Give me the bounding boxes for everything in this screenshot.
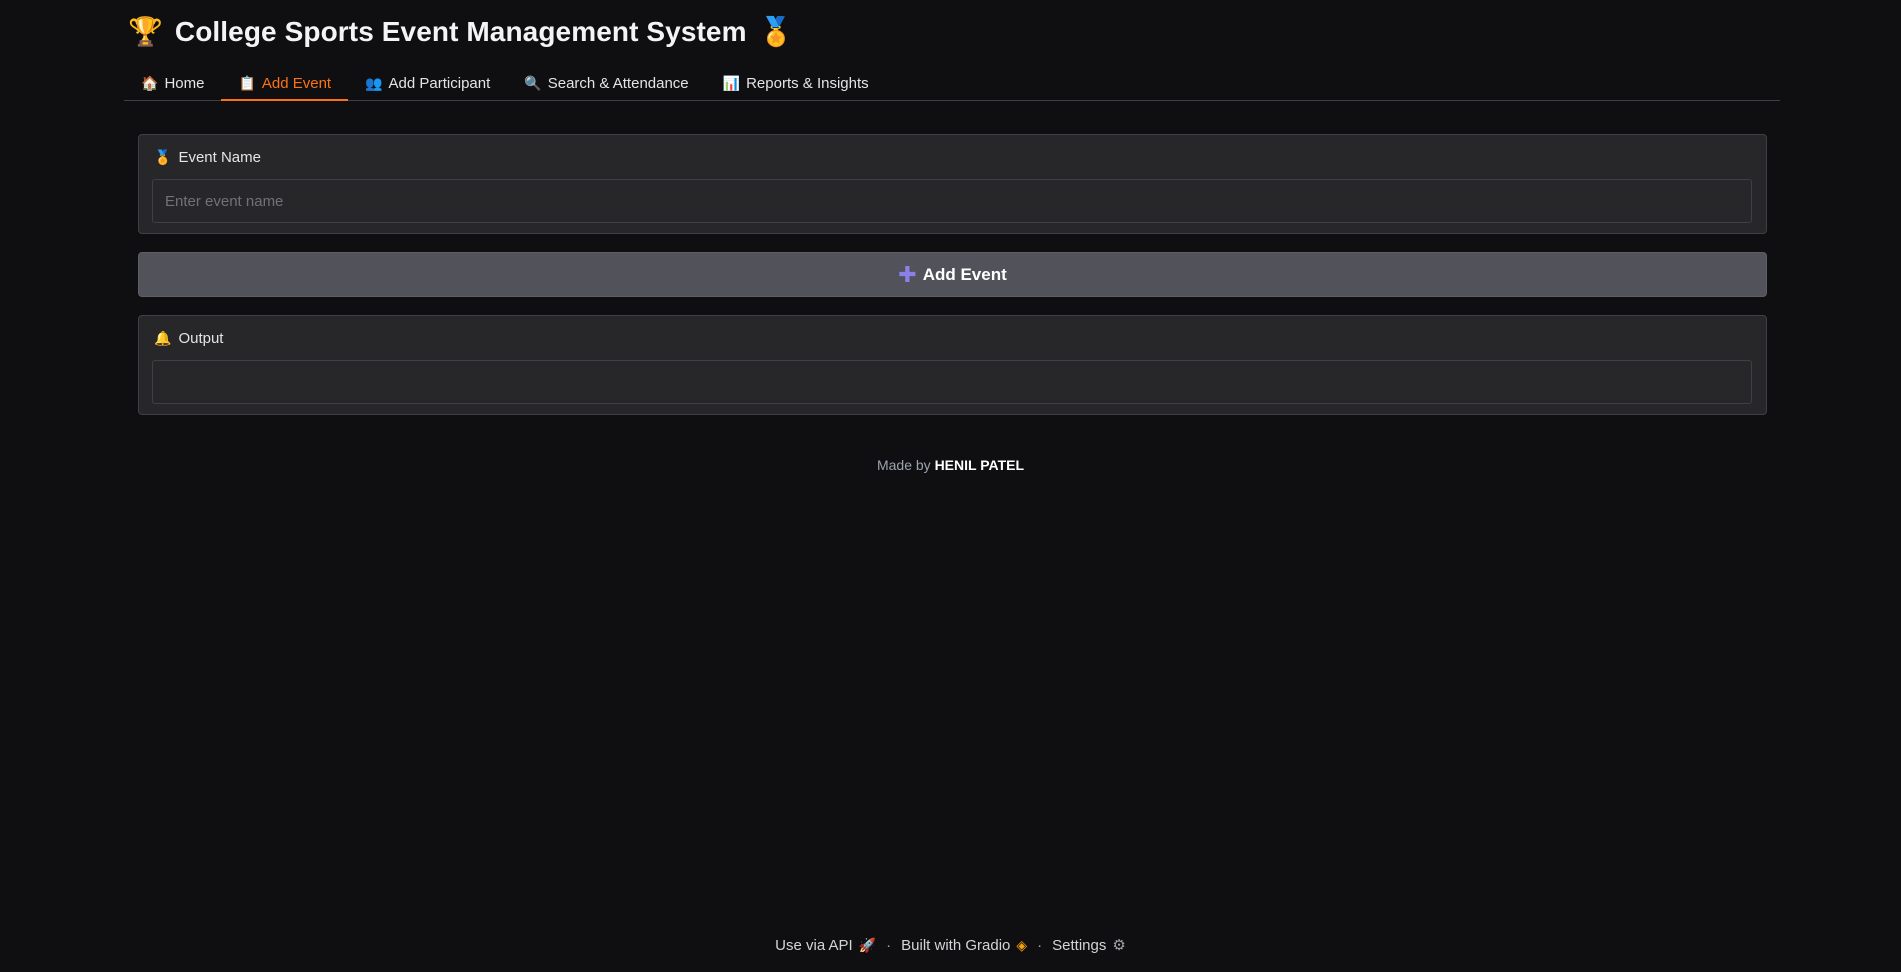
footer-separator: · [886,936,892,954]
tab-label: Add Event [261,74,332,92]
event-name-label: 🏅 Event Name [154,149,261,166]
credit-line: Made by HENIL PATEL [0,457,1901,473]
event-name-label-text: Event Name [178,149,261,166]
credit-prefix: Made by [876,457,935,473]
credit-author: HENIL PATEL [934,457,1025,473]
page-title: College Sports Event Management System [174,16,747,47]
tab-home[interactable]: 🏠 Home [124,66,221,100]
plus-icon: ✚ [898,261,917,287]
medal-icon: 🏅 [758,16,794,47]
output-field[interactable] [152,360,1752,404]
tab-reports-insights[interactable]: 📊 Reports & Insights [706,66,886,100]
people-icon: 👥 [365,74,383,91]
use-via-api-label: Use via API [775,936,853,954]
footer-separator: · [1037,936,1043,954]
tab-add-participant[interactable]: 👥 Add Participant [348,66,507,100]
bell-icon: 🔔 [154,330,172,346]
medal-icon: 🏅 [154,149,172,165]
tab-label: Reports & Insights [746,74,869,92]
output-label: 🔔 Output [154,330,223,347]
tab-bar: 🏠 Home 📋 Add Event 👥 Add Participant 🔍 S… [124,66,1780,101]
gear-icon: ⚙ [1112,937,1126,954]
tab-label: Home [164,74,205,92]
event-name-panel: 🏅 Event Name [138,134,1767,234]
built-with-gradio-link[interactable]: Built with Gradio ◈ [901,937,1027,954]
app-root: 🏆 College Sports Event Management System… [0,0,1901,972]
app-header: 🏆 College Sports Event Management System… [128,12,793,52]
tab-label: Add Participant [388,74,491,92]
bar-chart-icon: 📊 [722,74,741,91]
add-event-button-label: Add Event [922,264,1007,284]
clipboard-icon: 📋 [238,74,256,91]
footer: Use via API 🚀 · Built with Gradio ◈ · Se… [0,936,1901,955]
add-event-button[interactable]: ✚ Add Event [138,252,1767,297]
output-label-text: Output [178,330,224,347]
built-with-gradio-label: Built with Gradio [901,936,1011,954]
settings-label: Settings [1052,936,1107,954]
use-via-api-link[interactable]: Use via API 🚀 [775,937,876,954]
tab-add-event[interactable]: 📋 Add Event [221,66,348,101]
magnifier-icon: 🔍 [524,74,542,91]
settings-link[interactable]: Settings ⚙ [1052,936,1126,955]
gradio-logo-icon: ◈ [1016,936,1028,953]
event-name-input[interactable] [152,179,1752,223]
tab-label: Search & Attendance [547,74,689,92]
trophy-icon: 🏆 [128,16,163,47]
house-icon: 🏠 [141,74,159,91]
tab-search-attendance[interactable]: 🔍 Search & Attendance [507,66,705,100]
rocket-icon: 🚀 [858,936,877,953]
output-panel: 🔔 Output [138,315,1767,415]
